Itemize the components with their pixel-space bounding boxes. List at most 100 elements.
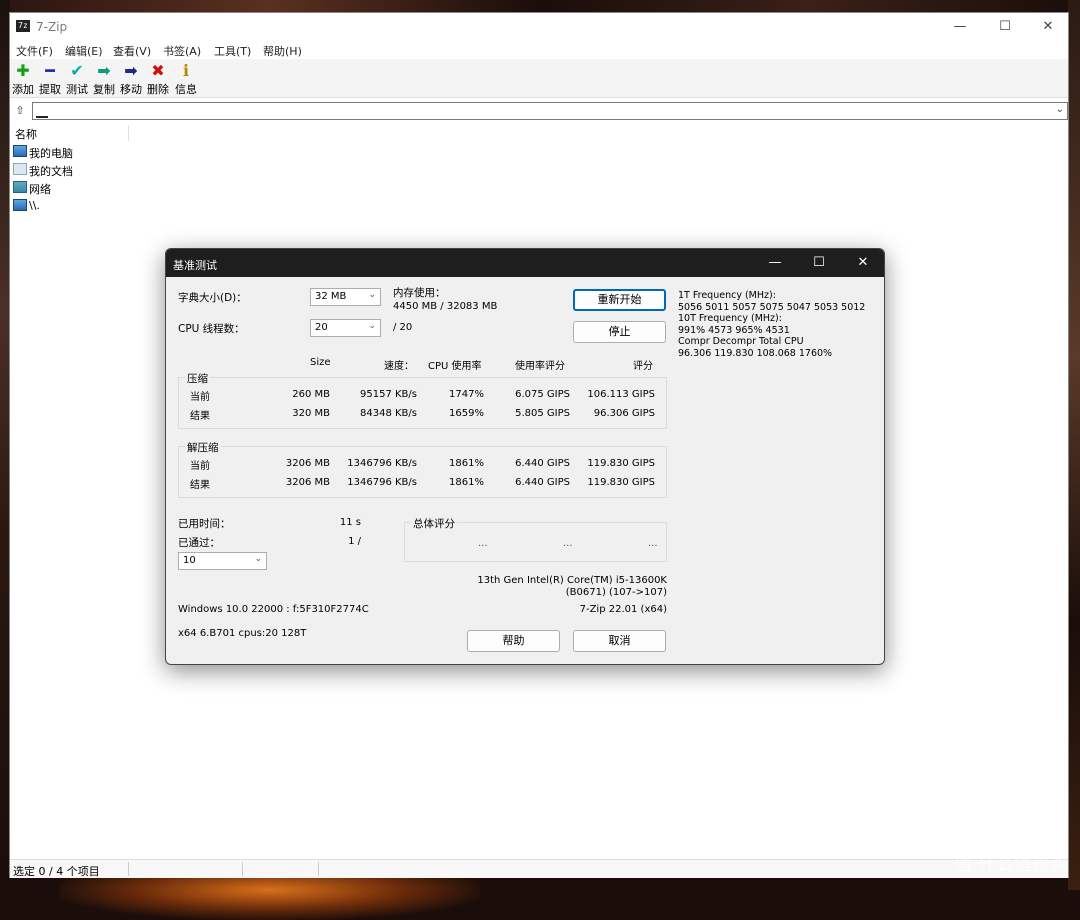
cpu-id: (B0671) (107->107) — [565, 587, 667, 598]
menu-bar: 文件(F) 编辑(E) 查看(V) 书签(A) 工具(T) 帮助(H) — [10, 41, 1068, 59]
row-label: 当前 — [190, 392, 210, 403]
total-rating-title: 总体评分 — [411, 516, 457, 531]
status-divider — [318, 862, 319, 876]
compress-result-rating: 96.306 GIPS — [593, 408, 655, 419]
copy-label: 复制 — [93, 83, 115, 96]
freq-line: 96.306 119.830 108.068 1760% — [678, 348, 833, 359]
dialog-maximize-button[interactable]: ☐ — [797, 249, 841, 277]
decompress-result-size: 3206 MB — [285, 477, 330, 488]
menu-tools[interactable]: 工具(T) — [214, 43, 251, 59]
file-list: 我的电脑 我的文档 网络 \\. — [10, 143, 210, 215]
chevron-down-icon: ⌄ — [254, 554, 262, 564]
passes-label: 已通过： — [178, 537, 220, 549]
toolbar: ✚ 添加 ━ 提取 ✔ 测试 ➡ 复制 ➡ 移动 ✖ 删除 ℹ 信息 — [10, 59, 1068, 98]
help-button[interactable]: 帮助 — [467, 630, 560, 652]
add-label: 添加 — [12, 83, 34, 96]
list-item[interactable]: 我的电脑 — [10, 143, 210, 161]
compress-current-rating: 106.113 GIPS — [587, 389, 655, 400]
list-item[interactable]: 我的文档 — [10, 161, 210, 179]
dialog-minimize-button[interactable]: — — [753, 249, 797, 277]
minimize-button[interactable]: — — [938, 13, 982, 41]
minus-icon: ━ — [45, 61, 55, 80]
drive-icon — [36, 106, 48, 118]
menu-view[interactable]: 查看(V) — [113, 43, 151, 59]
menu-edit[interactable]: 编辑(E) — [65, 43, 103, 59]
list-item[interactable]: \\. — [10, 197, 210, 215]
copy-arrow-icon: ➡ — [97, 61, 111, 80]
move-label: 移动 — [120, 83, 142, 96]
threads-total: / 20 — [393, 322, 413, 333]
cpu-name: 13th Gen Intel(R) Core(TM) i5-13600K — [477, 575, 667, 586]
info-button[interactable]: ℹ 信息 — [171, 61, 201, 97]
list-item-label: \\. — [29, 199, 40, 212]
path-input[interactable]: ⌄ — [32, 102, 1068, 120]
dict-size-select[interactable]: 32 MB ⌄ — [310, 288, 381, 306]
status-divider — [128, 862, 129, 876]
restart-button[interactable]: 重新开始 — [573, 289, 666, 311]
check-icon: ✔ — [70, 61, 84, 80]
compress-result-speed: 84348 KB/s — [360, 408, 417, 419]
decompress-group-title: 解压缩 — [185, 440, 221, 455]
threads-value: 20 — [315, 322, 328, 333]
decompress-current-usage: 6.440 GIPS — [515, 458, 570, 469]
dialog-title: 基准测试 — [173, 259, 217, 272]
menu-file[interactable]: 文件(F) — [16, 43, 53, 59]
move-arrow-icon: ➡ — [124, 61, 138, 80]
menu-help[interactable]: 帮助(H) — [263, 43, 302, 59]
compress-group: 压缩 当前 260 MB 95157 KB/s 1747% 6.075 GIPS… — [178, 371, 667, 429]
total-rating-value: ... — [648, 538, 658, 549]
col-rating-header: 评分 — [633, 361, 653, 372]
status-divider — [242, 862, 243, 876]
chevron-down-icon[interactable]: ⌄ — [1056, 104, 1064, 115]
test-button[interactable]: ✔ 测试 — [62, 61, 92, 97]
extract-button[interactable]: ━ 提取 — [35, 61, 65, 97]
info-label: 信息 — [175, 83, 197, 96]
window-title: 7-Zip — [36, 20, 68, 34]
move-button[interactable]: ➡ 移动 — [116, 61, 146, 97]
os-info: Windows 10.0 22000 : f:5F310F2774C — [178, 604, 369, 615]
col-speed-header: 速度： — [384, 361, 414, 372]
freq-line: 5056 5011 5057 5075 5047 5053 5012 — [678, 302, 866, 313]
maximize-button[interactable]: ☐ — [983, 13, 1027, 41]
list-item-label: 网络 — [29, 183, 51, 196]
passes-combo-value: 10 — [183, 555, 196, 566]
freq-line: 1T Frequency (MHz): — [678, 290, 776, 301]
chevron-down-icon: ⌄ — [368, 290, 376, 300]
up-folder-button[interactable]: ⇧ — [12, 103, 28, 119]
stop-button[interactable]: 停止 — [573, 321, 666, 343]
dialog-title-bar: 基准测试 — ☐ ✕ — [166, 249, 884, 277]
up-arrow-icon: ⇧ — [15, 104, 25, 117]
menu-bookmarks[interactable]: 书签(A) — [163, 43, 201, 59]
plus-icon: ✚ — [16, 61, 30, 80]
add-button[interactable]: ✚ 添加 — [8, 61, 38, 97]
delete-button[interactable]: ✖ 删除 — [143, 61, 173, 97]
list-item[interactable]: 网络 — [10, 179, 210, 197]
decompress-result-rating: 119.830 GIPS — [587, 477, 655, 488]
delete-label: 删除 — [147, 83, 169, 96]
decompress-current-cpu: 1861% — [449, 458, 484, 469]
close-button[interactable]: ✕ — [1026, 13, 1070, 41]
total-cpu-value: ... — [563, 538, 573, 549]
system-info: x64 6.B701 cpus:20 128T — [178, 628, 307, 639]
decompress-result-speed: 1346796 KB/s — [347, 477, 417, 488]
cancel-button[interactable]: 取消 — [573, 630, 666, 652]
freq-line: 10T Frequency (MHz): — [678, 313, 782, 324]
threads-label: CPU 线程数： — [178, 323, 245, 335]
app-logo-icon: 7z — [16, 20, 30, 32]
compress-current-usage: 6.075 GIPS — [515, 389, 570, 400]
total-rating-group: 总体评分 ... ... ... — [404, 516, 667, 562]
column-header-name[interactable]: 名称 — [10, 125, 129, 141]
threads-select[interactable]: 20 ⌄ — [310, 319, 381, 337]
passes-select[interactable]: 10 ⌄ — [178, 552, 267, 570]
compress-current-cpu: 1747% — [449, 389, 484, 400]
decompress-result-cpu: 1861% — [449, 477, 484, 488]
compress-result-cpu: 1659% — [449, 408, 484, 419]
decompress-result-usage: 6.440 GIPS — [515, 477, 570, 488]
benchmark-dialog: 基准测试 — ☐ ✕ 字典大小(D)： 32 MB ⌄ CPU 线程数： 20 … — [165, 248, 885, 665]
dict-size-label: 字典大小(D)： — [178, 292, 247, 304]
total-usage-value: ... — [478, 538, 488, 549]
row-label: 当前 — [190, 461, 210, 472]
column-header-label: 名称 — [15, 128, 37, 141]
copy-button[interactable]: ➡ 复制 — [89, 61, 119, 97]
dialog-close-button[interactable]: ✕ — [841, 249, 884, 277]
